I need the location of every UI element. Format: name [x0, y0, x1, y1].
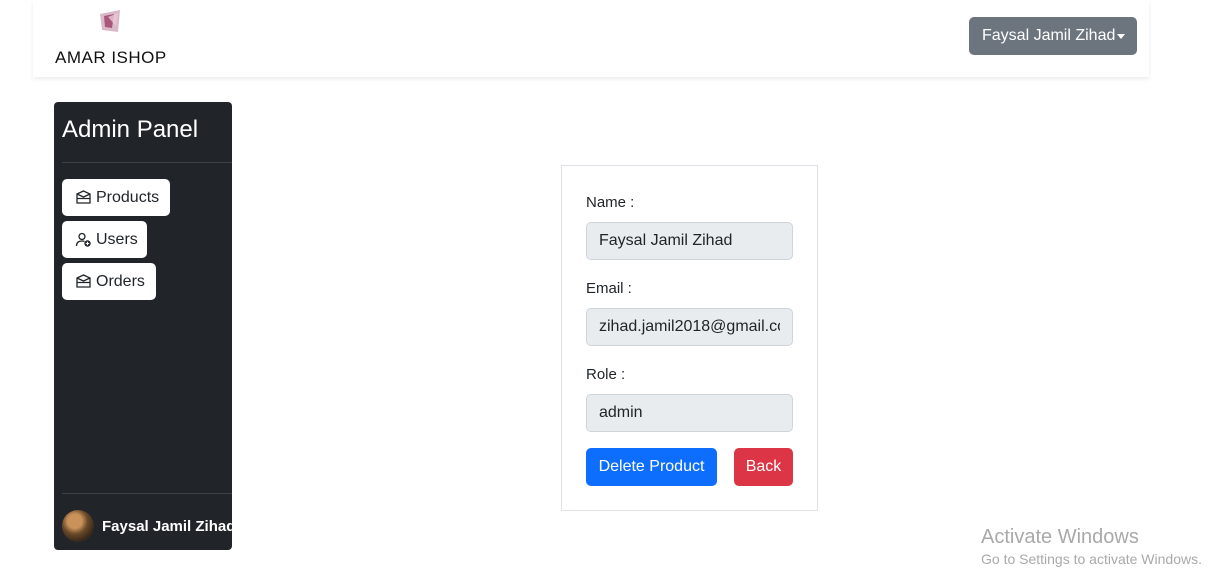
box-icon: [76, 274, 91, 288]
avatar: [62, 510, 94, 542]
sidebar-item-products[interactable]: Products: [62, 179, 170, 216]
sidebar-item-label: Orders: [96, 272, 145, 290]
user-detail-card: Name : Email : Role : Delete Product Bac…: [561, 165, 818, 511]
sidebar-item-label: Users: [96, 230, 138, 248]
admin-sidebar: Admin Panel Products Users Orders Faysal…: [54, 102, 232, 550]
store-logo-icon: [100, 10, 120, 32]
activate-windows-watermark: Activate Windows Go to Settings to activ…: [981, 526, 1202, 567]
sidebar-divider-bottom: [62, 493, 232, 494]
name-field[interactable]: [586, 222, 793, 260]
role-field[interactable]: [586, 394, 793, 432]
user-menu-label: Faysal Jamil Zihad: [982, 27, 1116, 44]
watermark-subtitle: Go to Settings to activate Windows.: [981, 551, 1202, 567]
back-button[interactable]: Back: [734, 448, 793, 486]
watermark-title: Activate Windows: [981, 526, 1139, 548]
email-label: Email :: [586, 280, 632, 297]
brand-name: AMAR ISHOP: [55, 48, 167, 67]
sidebar-user-name: Faysal Jamil Zihad: [102, 517, 232, 535]
email-field[interactable]: [586, 308, 793, 346]
user-menu-dropdown[interactable]: Faysal Jamil Zihad: [969, 17, 1137, 55]
sidebar-title: Admin Panel: [62, 116, 199, 143]
sidebar-item-orders[interactable]: Orders: [62, 263, 156, 300]
sidebar-item-users[interactable]: Users: [62, 221, 147, 258]
brand-link[interactable]: AMAR ISHOP: [54, 6, 174, 67]
user-add-icon: [75, 232, 91, 247]
delete-product-button[interactable]: Delete Product: [586, 448, 717, 486]
sidebar-divider-top: [62, 162, 232, 163]
name-label: Name :: [586, 194, 635, 211]
box-icon: [76, 190, 91, 204]
sidebar-item-label: Products: [96, 188, 160, 206]
caret-down-icon: [1117, 34, 1125, 39]
role-label: Role :: [586, 366, 626, 383]
sidebar-user[interactable]: Faysal Jamil Zihad: [62, 510, 232, 542]
top-navbar: AMAR ISHOP Faysal Jamil Zihad: [33, 0, 1149, 77]
